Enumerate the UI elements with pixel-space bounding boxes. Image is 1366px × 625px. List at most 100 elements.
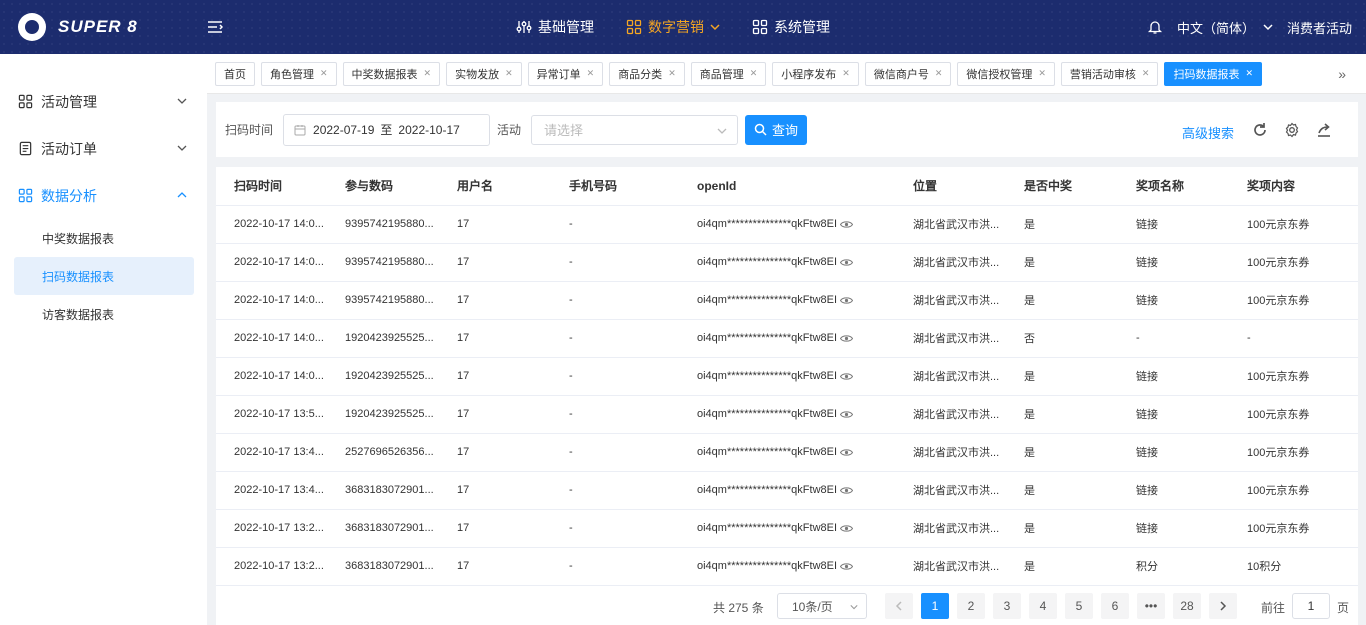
code-cell: 1920423925525... — [327, 319, 439, 358]
column-header[interactable]: openId — [679, 167, 895, 206]
column-header[interactable]: 用户名 — [439, 167, 551, 206]
cell-text: 100元京东券 — [1247, 409, 1310, 421]
tab-winning-report[interactable]: 中奖数据报表 ✕ — [342, 61, 441, 86]
chevron-down-icon — [177, 98, 187, 104]
eye-icon[interactable] — [840, 524, 854, 533]
bell-icon[interactable] — [1147, 19, 1163, 35]
phone-cell: - — [551, 395, 679, 434]
sidebar-item-visitor-report[interactable]: 访客数据报表 — [0, 295, 207, 333]
cell-text: 是 — [1024, 219, 1035, 231]
language-selector[interactable]: 中文（简体） — [1177, 18, 1255, 37]
close-icon[interactable]: ✕ — [505, 68, 513, 79]
sidebar-item-scan-report[interactable]: 扫码数据报表 — [14, 257, 194, 295]
nav-system-management[interactable]: 系统管理 — [736, 0, 846, 54]
date-range-picker[interactable]: 2022-07-19 至 2022-10-17 — [283, 113, 491, 146]
close-icon[interactable]: ✕ — [1038, 68, 1046, 79]
close-icon[interactable]: ✕ — [424, 68, 432, 79]
tab-label: 小程序发布 — [781, 68, 837, 81]
eye-icon[interactable] — [840, 372, 854, 381]
close-icon[interactable]: ✕ — [587, 68, 595, 79]
tab-abnormal-orders[interactable]: 异常订单 ✕ — [527, 61, 604, 86]
page-button[interactable]: 28 — [1173, 593, 1201, 619]
tab-product-category[interactable]: 商品分类 ✕ — [609, 61, 685, 86]
user-name[interactable]: 消费者活动 — [1287, 18, 1352, 37]
menu-collapse-icon[interactable] — [207, 19, 223, 35]
sidebar-item-winning-report[interactable]: 中奖数据报表 — [0, 219, 207, 257]
close-icon[interactable]: ✕ — [1142, 68, 1150, 79]
sidebar-group-activity-orders[interactable]: 活动订单 — [0, 125, 207, 172]
page-button[interactable]: 3 — [993, 593, 1021, 619]
eye-icon[interactable] — [840, 334, 854, 343]
goto-page-input[interactable]: 1 — [1292, 593, 1330, 619]
username-cell: 17 — [439, 509, 551, 548]
cell-text: 17 — [457, 218, 470, 230]
column-header[interactable]: 位置 — [895, 167, 1006, 206]
column-header[interactable]: 手机号码 — [551, 167, 679, 206]
tab-campaign-review[interactable]: 营销活动审核 ✕ — [1060, 61, 1159, 86]
page-button[interactable]: 2 — [957, 593, 985, 619]
tab-role-management[interactable]: 角色管理 ✕ — [261, 61, 337, 86]
tab-miniprogram-publish[interactable]: 小程序发布 ✕ — [772, 61, 859, 86]
query-button[interactable]: 查询 — [745, 114, 808, 145]
tab-product-management[interactable]: 商品管理 ✕ — [690, 61, 767, 86]
prev-page-button[interactable] — [885, 593, 913, 619]
page-size-select[interactable]: 10条/页 — [777, 593, 867, 619]
nav-digital-marketing[interactable]: 数字营销 — [610, 0, 736, 54]
cell-text: 是 — [1024, 257, 1035, 269]
settings-icon[interactable] — [1284, 122, 1300, 138]
page-button[interactable]: 1 — [921, 593, 949, 619]
tab-scan-report[interactable]: 扫码数据报表 ✕ — [1164, 61, 1263, 86]
close-icon[interactable]: ✕ — [842, 68, 850, 79]
close-icon[interactable]: ✕ — [1245, 68, 1253, 79]
next-page-button[interactable] — [1209, 593, 1237, 619]
page-button[interactable]: 6 — [1101, 593, 1129, 619]
close-icon[interactable]: ✕ — [668, 68, 676, 79]
more-pages-button[interactable]: ••• — [1137, 593, 1165, 619]
column-header[interactable]: 奖项内容 — [1229, 167, 1358, 206]
eye-icon[interactable] — [840, 410, 854, 419]
tab-physical-delivery[interactable]: 实物发放 ✕ — [446, 61, 522, 86]
column-header[interactable]: 参与数码 — [327, 167, 439, 206]
cell-text: - — [569, 332, 573, 344]
column-header[interactable]: 是否中奖 — [1006, 167, 1118, 206]
cell-text: 17 — [457, 332, 470, 344]
table-row: 2022-10-17 13:5... 1920423925525... 17 - oi4… — [216, 395, 1358, 434]
sidebar-group-activity-management[interactable]: 活动管理 — [0, 78, 207, 125]
tab-wechat-merchant[interactable]: 微信商户号 ✕ — [864, 61, 952, 86]
column-header[interactable]: 扫码时间 — [216, 167, 327, 206]
nav-basic-management[interactable]: 基础管理 — [500, 0, 610, 54]
prize-content-cell: 100元京东券 — [1229, 395, 1358, 434]
close-icon[interactable]: ✕ — [750, 68, 758, 79]
chevron-down-icon[interactable] — [1263, 22, 1273, 32]
close-icon[interactable]: ✕ — [320, 68, 328, 79]
cell-text: 3683183072901... — [345, 484, 434, 496]
tab-home[interactable]: 首页 — [215, 61, 255, 86]
cell-text: 2022-10-17 13:2... — [234, 560, 324, 572]
page-button[interactable]: 4 — [1029, 593, 1057, 619]
goto-label: 前往 — [1261, 601, 1286, 615]
search-icon — [754, 123, 767, 136]
eye-icon[interactable] — [840, 220, 854, 229]
grid-icon — [18, 188, 33, 203]
page-size-value: 10条/页 — [792, 599, 833, 614]
page-button[interactable]: 5 — [1065, 593, 1093, 619]
eye-icon[interactable] — [840, 296, 854, 305]
double-chevron-right-icon[interactable]: » — [1338, 66, 1346, 82]
activity-select[interactable]: 请选择 — [531, 114, 739, 145]
tab-wechat-auth[interactable]: 微信授权管理 ✕ — [957, 61, 1055, 86]
tab-bar: 首页 角色管理 ✕ 中奖数据报表 ✕ 实物发放 ✕ 异常订单 ✕ 商品分类 ✕ 商品管理 ✕… — [207, 54, 1366, 94]
chevron-down-icon — [177, 145, 187, 151]
refresh-icon[interactable] — [1252, 122, 1268, 138]
eye-icon[interactable] — [840, 562, 854, 571]
column-header[interactable]: 奖项名称 — [1118, 167, 1229, 206]
eye-icon[interactable] — [840, 448, 854, 457]
phone-cell: - — [551, 547, 679, 586]
logo[interactable]: SUPER 8 — [18, 13, 138, 41]
eye-icon[interactable] — [840, 486, 854, 495]
tab-label: 商品管理 — [699, 68, 744, 81]
advanced-search-link[interactable]: 高级搜索 — [1182, 123, 1234, 142]
eye-icon[interactable] — [840, 258, 854, 267]
export-icon[interactable] — [1316, 122, 1332, 138]
close-icon[interactable]: ✕ — [935, 68, 943, 79]
sidebar-group-data-analysis[interactable]: 数据分析 — [0, 172, 207, 219]
